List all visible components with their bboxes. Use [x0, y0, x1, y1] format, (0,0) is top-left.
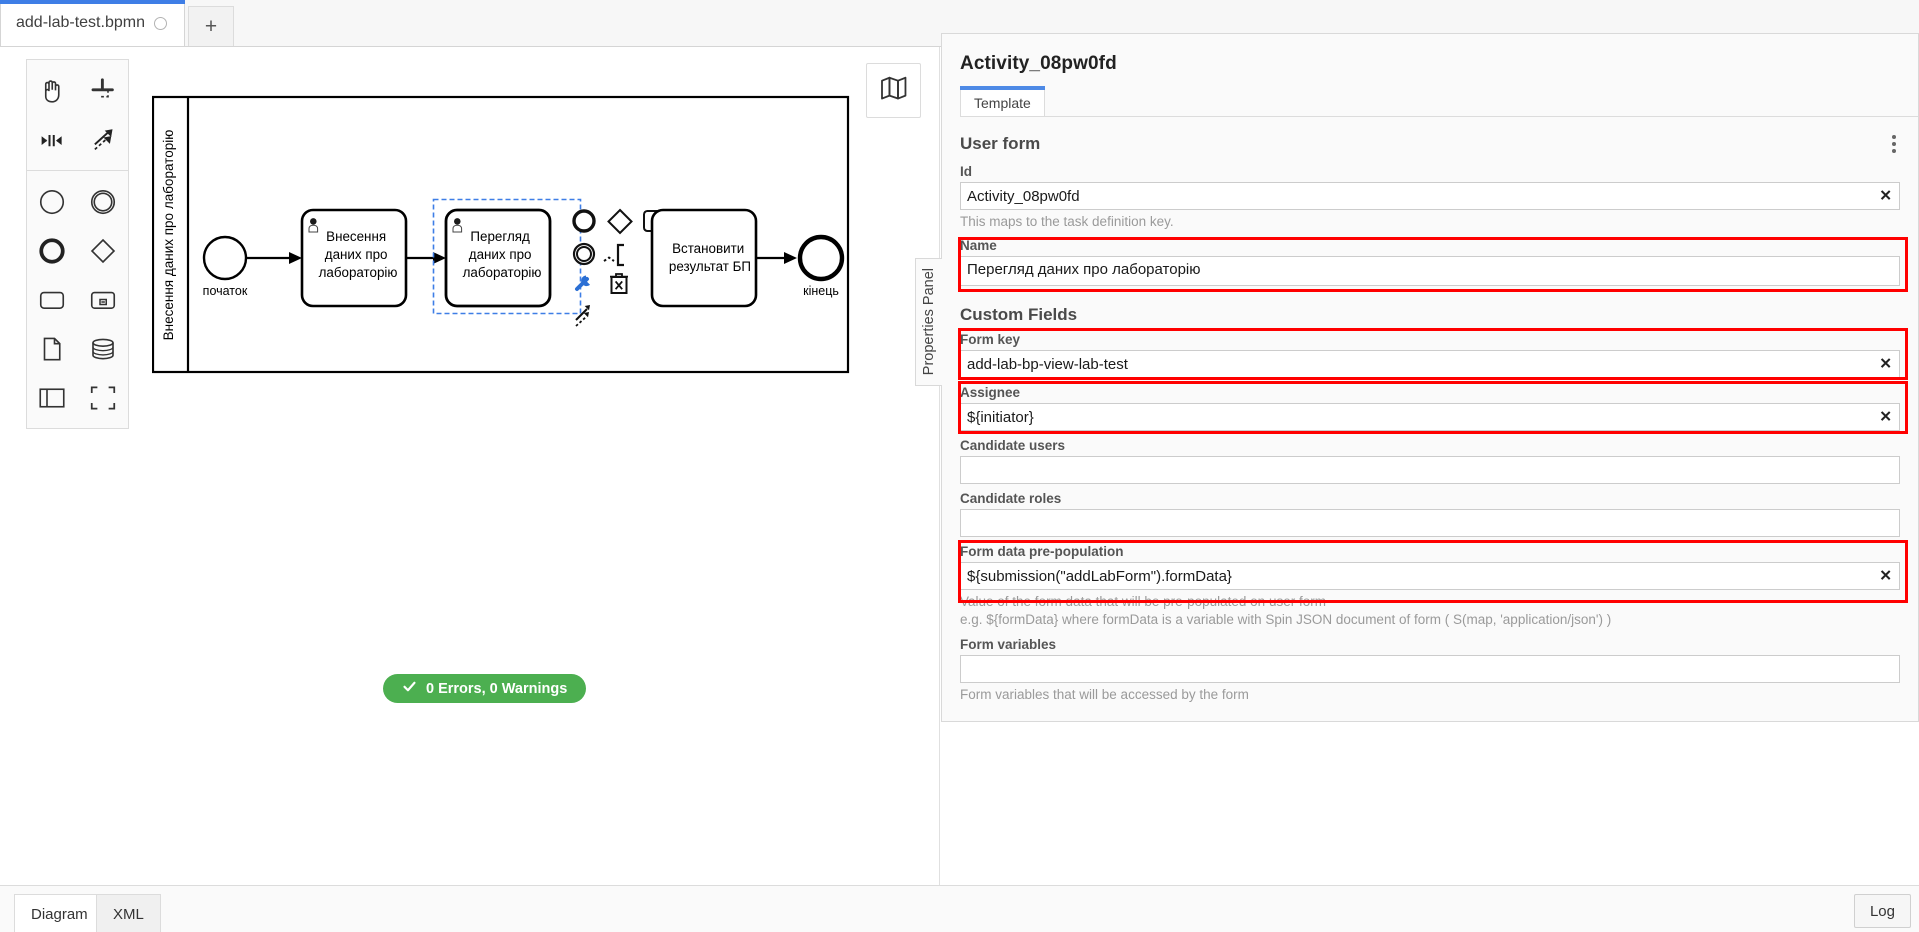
task-icon[interactable]: [27, 275, 78, 324]
form-key-input[interactable]: [960, 350, 1900, 379]
data-store-icon[interactable]: [78, 324, 129, 373]
end-event-label: кінець: [803, 284, 839, 298]
form-variables-input[interactable]: [960, 654, 1900, 683]
bpmn-palette: [26, 59, 129, 429]
lasso-tool-icon[interactable]: [78, 66, 129, 115]
field-id-help: This maps to the task definition key.: [960, 214, 1174, 229]
minimap-toggle-button[interactable]: [866, 63, 921, 118]
field-id: Id ✕ This maps to the task definition ke…: [960, 164, 1900, 231]
candidate-users-input[interactable]: [960, 456, 1900, 485]
field-candidate-users: Candidate users: [960, 438, 1900, 485]
check-icon: [402, 679, 417, 698]
start-event-label: початок: [203, 284, 248, 298]
user-form-group-header: User form: [960, 131, 1900, 157]
status-badge[interactable]: 0 Errors, 0 Warnings: [383, 674, 587, 703]
user-form-group-title: User form: [960, 134, 1041, 153]
tab-diagram[interactable]: Diagram: [14, 894, 105, 932]
hand-tool-icon[interactable]: [27, 66, 78, 115]
bottom-bar: Diagram XML Log: [0, 885, 1919, 932]
tab-diagram-label: Diagram: [31, 905, 88, 923]
field-candidate-roles: Candidate roles: [960, 491, 1900, 538]
tab-template[interactable]: Template: [960, 86, 1045, 116]
subprocess-icon[interactable]: [78, 275, 129, 324]
field-candidate-roles-label: Candidate roles: [960, 491, 1062, 507]
intermediate-event-icon[interactable]: [78, 177, 129, 226]
gateway-icon[interactable]: [78, 226, 129, 275]
map-icon: [878, 72, 910, 109]
new-tab-button[interactable]: +: [187, 6, 234, 46]
properties-panel-toggle[interactable]: Properties Panel: [915, 258, 942, 386]
end-event-icon[interactable]: [27, 226, 78, 275]
field-form-data-prepopulation-help: Value of the form data that will be pre-…: [960, 594, 1326, 610]
log-button-label: Log: [1869, 902, 1895, 920]
page-title: Activity_08pw0fd: [960, 53, 1117, 74]
end-event-shape: [797, 234, 845, 282]
clear-form-data-prepopulation-icon[interactable]: ✕: [1879, 569, 1892, 584]
field-id-label: Id: [960, 164, 972, 179]
assignee-input[interactable]: [960, 403, 1900, 432]
palette-group-tools: [27, 60, 128, 170]
space-tool-icon[interactable]: [27, 115, 78, 164]
field-assignee-label: Assignee: [960, 385, 1021, 401]
candidate-roles-input[interactable]: [960, 509, 1900, 538]
start-event-shape: [202, 235, 248, 281]
delete-trash-icon: [610, 273, 628, 294]
field-form-data-prepopulation: Form data pre-population ✕ Value of the …: [960, 544, 1900, 629]
circle-icon[interactable]: [153, 16, 167, 30]
append-end-event-icon: [572, 209, 596, 233]
tab-template-label: Template: [974, 94, 1031, 111]
bpmn-diagram[interactable]: Внесення даних про лабораторію початок В…: [151, 85, 872, 420]
field-form-key: Form key ✕: [960, 332, 1900, 379]
field-name: Name: [960, 238, 1900, 291]
user-task-1-label: Внесення даних про лабораторію: [319, 229, 398, 280]
properties-panel-toggle-label: Properties Panel: [921, 268, 937, 376]
field-form-key-label: Form key: [960, 332, 1021, 348]
form-data-prepopulation-input[interactable]: [960, 562, 1900, 591]
tab-xml-label: XML: [113, 905, 144, 923]
tab-xml[interactable]: XML: [96, 894, 161, 932]
more-vertical-icon[interactable]: [1888, 131, 1900, 157]
log-button[interactable]: Log: [1853, 894, 1911, 928]
start-event-icon[interactable]: [27, 177, 78, 226]
field-name-label: Name: [960, 238, 997, 254]
properties-tab-list: Template: [960, 86, 1918, 117]
user-task-2-label: Перегляд даних про лабораторію: [463, 229, 542, 280]
field-form-data-prepopulation-label: Form data pre-population: [960, 544, 1124, 560]
clear-assignee-icon[interactable]: ✕: [1879, 410, 1892, 425]
properties-panel: Activity_08pw0fd Template User form Id ✕…: [941, 33, 1919, 722]
field-form-variables: Form variables Form variables that will …: [960, 637, 1900, 704]
status-badge-label: 0 Errors, 0 Warnings: [426, 680, 568, 697]
service-task-shape: [650, 208, 758, 308]
diagram-canvas[interactable]: Внесення даних про лабораторію початок В…: [0, 47, 940, 885]
pool-label: Внесення даних про лабораторію: [161, 130, 176, 341]
clear-id-icon[interactable]: ✕: [1879, 189, 1892, 204]
new-tab-label: +: [204, 14, 218, 38]
properties-body: User form Id ✕ This maps to the task def…: [942, 131, 1918, 704]
editor-tab-add-lab-test[interactable]: add-lab-test.bpmn: [0, 0, 185, 46]
field-candidate-users-label: Candidate users: [960, 438, 1066, 454]
palette-group-elements: [27, 170, 128, 428]
custom-fields-title: Custom Fields: [960, 305, 1078, 325]
field-form-data-prepopulation-help2: e.g. ${formData} where formData is a var…: [960, 612, 1612, 628]
field-form-variables-help: Form variables that will be accessed by …: [960, 686, 1249, 702]
data-object-icon[interactable]: [27, 324, 78, 373]
clear-form-key-icon[interactable]: ✕: [1879, 357, 1892, 372]
global-connect-tool-icon[interactable]: [78, 115, 129, 164]
name-input[interactable]: [960, 256, 1900, 287]
field-form-variables-label: Form variables: [960, 636, 1057, 652]
field-assignee: Assignee ✕: [960, 385, 1900, 432]
editor-tab-label: add-lab-test.bpmn: [16, 14, 145, 31]
participant-icon[interactable]: [27, 373, 78, 422]
id-input[interactable]: [960, 182, 1900, 210]
group-icon[interactable]: [78, 373, 129, 422]
